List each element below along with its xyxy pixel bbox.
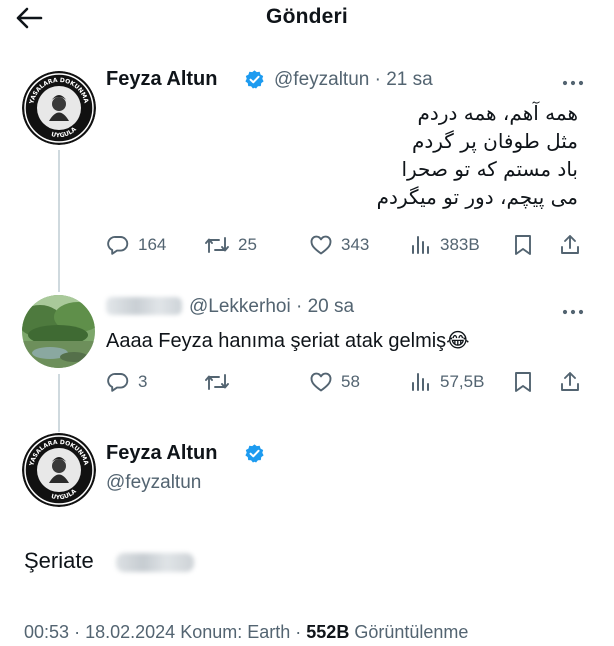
separator: · — [295, 622, 302, 642]
post-time[interactable]: 00:53 — [24, 622, 69, 642]
more-icon[interactable] — [562, 303, 584, 315]
share-button[interactable] — [558, 233, 582, 257]
handle-text: @Lekkerhoi — [189, 296, 291, 317]
handle-text: @feyzaltun — [274, 69, 370, 90]
text-line: همه آهم، همه دردم — [417, 101, 578, 125]
more-icon[interactable] — [562, 74, 584, 86]
header: Gönderi — [0, 0, 614, 40]
like-button[interactable]: 343 — [309, 233, 369, 257]
reply-count: 164 — [138, 235, 167, 254]
timestamp[interactable]: 21 sa — [386, 69, 432, 90]
like-count: 58 — [341, 372, 360, 391]
repost-icon — [205, 237, 229, 253]
author-name[interactable]: Feyza Altun — [106, 442, 218, 465]
bookmark-button[interactable] — [512, 370, 534, 394]
like-button[interactable]: 58 — [309, 370, 360, 394]
text-line: مثل طوفان پر گردم — [411, 129, 578, 153]
reply-icon — [107, 373, 129, 392]
views-count: 383B — [440, 235, 480, 254]
view-count: 552B — [306, 622, 350, 642]
views-button[interactable]: 57,5B — [410, 370, 484, 394]
tweet-meta: 00:53 · 18.02.2024 Konum: Earth · 552B G… — [24, 622, 468, 643]
reply-button[interactable]: 164 — [106, 233, 166, 257]
verified-badge-icon — [244, 69, 264, 89]
separator: · — [74, 622, 81, 642]
verified-badge-icon — [244, 443, 264, 463]
reply-icon — [107, 236, 129, 255]
reply-text: Aaaa Feyza hanıma şeriat atak gelmiş😂 — [106, 328, 470, 353]
reply-count: 3 — [138, 372, 148, 391]
reply-button[interactable]: 3 — [106, 370, 147, 394]
reply-text-body: Aaaa Feyza hanıma şeriat atak gelmiş — [106, 330, 447, 352]
tweet-text: همه آهم، همه دردم مثل طوفان پر گردم باد … — [377, 99, 578, 211]
blurred-word — [116, 553, 194, 572]
share-button[interactable] — [558, 370, 582, 394]
views-icon — [412, 236, 429, 254]
bookmark-button[interactable] — [512, 233, 534, 257]
text-line: باد مستم که تو صحرا — [401, 157, 578, 181]
author-handle[interactable]: @feyzaltun · 21 sa — [274, 69, 433, 91]
repost-button[interactable]: 25 — [204, 233, 257, 257]
text-line: می پیچم، دور تو میگردم — [376, 185, 578, 209]
avatar[interactable] — [22, 295, 95, 368]
like-icon — [310, 235, 332, 255]
post-date[interactable]: 18.02.2024 — [85, 622, 175, 642]
avatar[interactable]: YASALARA DOKUNMA UYGULA — [22, 433, 96, 507]
separator: · — [374, 69, 381, 90]
repost-icon — [205, 374, 229, 390]
author-name[interactable]: Feyza Altun — [106, 68, 218, 91]
like-count: 343 — [341, 235, 370, 254]
author-handle[interactable]: @feyzaltun — [106, 472, 201, 494]
share-icon — [561, 235, 579, 254]
separator: · — [295, 296, 303, 317]
bookmark-icon — [515, 372, 531, 392]
share-icon — [561, 372, 579, 391]
timestamp[interactable]: 20 sa — [308, 296, 354, 317]
views-label: Görüntülenme — [354, 622, 469, 642]
views-button[interactable]: 383B — [410, 233, 480, 257]
reply-author-handle[interactable]: @Lekkerhoi · 20 sa — [189, 296, 354, 318]
thread-line — [58, 374, 60, 432]
repost-button[interactable] — [204, 370, 230, 394]
blurred-display-name — [106, 297, 182, 315]
location: Konum: Earth — [180, 622, 291, 642]
repost-count: 25 — [238, 235, 257, 254]
bookmark-icon — [515, 235, 531, 255]
views-count: 57,5B — [440, 372, 485, 391]
laughing-emoji: 😂 — [446, 330, 470, 352]
thread-line — [58, 150, 60, 292]
tweet-text: Şeriate — [24, 548, 94, 573]
like-icon — [310, 372, 332, 392]
page-title: Gönderi — [266, 5, 348, 28]
avatar[interactable]: YASALARA DOKUNMA UYGULA — [22, 71, 96, 145]
views-icon — [412, 373, 429, 391]
